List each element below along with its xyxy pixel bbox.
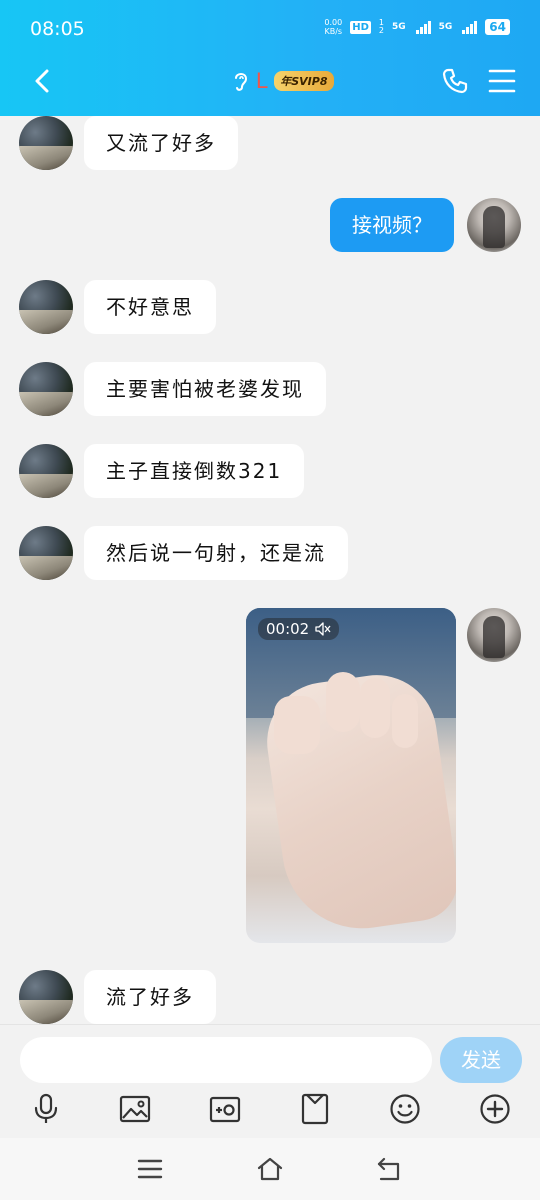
message-bubble[interactable]: 流了好多 xyxy=(84,970,216,1024)
phone-icon[interactable] xyxy=(440,66,470,96)
contact-avatar[interactable] xyxy=(19,444,73,498)
ear-icon xyxy=(235,73,248,91)
image-icon[interactable] xyxy=(119,1093,151,1125)
video-thumbnail-detail xyxy=(392,694,418,748)
message-bubble[interactable]: 主子直接倒数321 xyxy=(84,444,305,498)
back-icon[interactable] xyxy=(28,66,58,96)
contact-avatar[interactable] xyxy=(19,280,73,334)
message-bubble[interactable]: 然后说一句射，还是流 xyxy=(84,526,348,580)
contact-avatar[interactable] xyxy=(19,526,73,580)
chat-title: L 年SVIP8 xyxy=(232,68,334,94)
message-bubble[interactable]: 又流了好多 xyxy=(84,116,238,170)
battery-icon: 64 xyxy=(485,19,510,35)
camera-icon[interactable] xyxy=(209,1093,241,1125)
send-button[interactable]: 发送 xyxy=(440,1037,522,1083)
message-bubble[interactable]: 主要害怕被老婆发现 xyxy=(84,362,326,416)
my-avatar[interactable] xyxy=(467,608,521,662)
hd-badge: HD xyxy=(350,20,371,34)
back-nav-icon[interactable] xyxy=(376,1156,404,1182)
video-duration: 00:02 xyxy=(258,618,340,640)
video-thumbnail-detail xyxy=(326,672,360,732)
signal-label-2: 5G xyxy=(438,22,453,32)
emoji-icon[interactable] xyxy=(389,1093,421,1125)
menu-icon[interactable] xyxy=(488,68,516,94)
message-bubble-outgoing[interactable]: 接视频？ xyxy=(330,198,454,252)
contact-avatar[interactable] xyxy=(19,116,73,170)
status-indicators: 0.00 KB/s HD 1 2 5G 5G 64 xyxy=(324,18,510,36)
vip-badge: 年SVIP8 xyxy=(274,71,334,91)
sim-indicator: 1 2 xyxy=(378,18,384,35)
composer: 发送 xyxy=(0,1024,540,1138)
signal-icon xyxy=(462,20,478,34)
video-message[interactable]: 00:02 xyxy=(246,608,456,943)
message-bubble[interactable]: 不好意思 xyxy=(84,280,216,334)
network-speed: 0.00 KB/s xyxy=(324,18,343,36)
mute-icon xyxy=(315,622,331,636)
status-time: 08:05 xyxy=(30,18,85,40)
folder-icon[interactable] xyxy=(299,1093,331,1125)
contact-avatar[interactable] xyxy=(19,970,73,1024)
contact-name: L xyxy=(256,68,269,93)
microphone-icon[interactable] xyxy=(30,1093,62,1125)
recent-apps-icon[interactable] xyxy=(136,1156,164,1182)
my-avatar[interactable] xyxy=(467,198,521,252)
message-input[interactable] xyxy=(20,1037,432,1083)
signal-label-1: 5G xyxy=(391,22,406,32)
video-thumbnail-detail xyxy=(360,678,390,738)
contact-avatar[interactable] xyxy=(19,362,73,416)
plus-icon[interactable] xyxy=(479,1093,511,1125)
system-navigation-bar xyxy=(0,1138,540,1200)
home-icon[interactable] xyxy=(256,1156,284,1182)
app-header: 08:05 0.00 KB/s HD 1 2 5G 5G 64 L 年SVIP8 xyxy=(0,0,540,116)
signal-icon xyxy=(415,20,431,34)
video-thumbnail-detail xyxy=(274,696,320,754)
